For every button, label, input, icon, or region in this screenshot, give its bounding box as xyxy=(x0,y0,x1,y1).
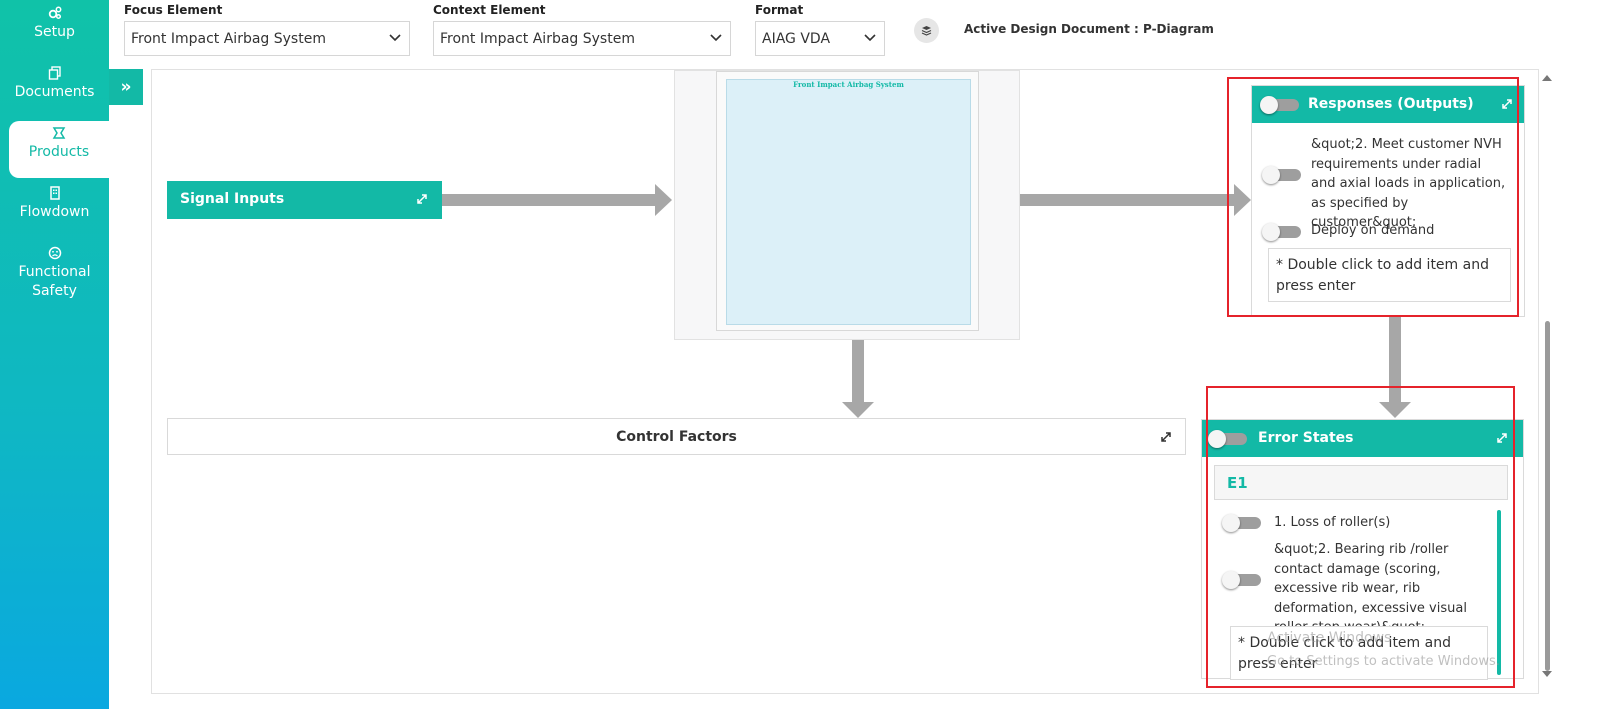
layers-icon xyxy=(921,26,932,36)
context-element-value: Front Impact Airbag System xyxy=(440,31,635,47)
focus-element-drawing[interactable]: Front Impact Airbag System xyxy=(726,79,971,325)
focus-element-label: Focus Element xyxy=(124,3,223,17)
focus-element-block: Front Impact Airbag System xyxy=(674,70,1020,340)
arrow-head xyxy=(655,184,672,216)
active-design-document: Active Design Document : P-Diagram xyxy=(964,22,1214,36)
arrow-system-to-responses xyxy=(1020,194,1235,206)
highlight-responses xyxy=(1227,77,1519,317)
expand-icon[interactable] xyxy=(416,193,428,205)
sidebar-item-flowdown[interactable]: Flowdown xyxy=(0,186,109,238)
sidebar-item-products[interactable]: Products xyxy=(9,121,109,178)
expand-panel-button[interactable]: » xyxy=(109,69,143,105)
products-icon xyxy=(52,127,66,139)
documents-icon xyxy=(48,66,61,80)
gears-icon xyxy=(48,6,61,20)
context-element-label: Context Element xyxy=(433,3,546,17)
chevron-down-icon xyxy=(864,34,876,42)
expand-icon[interactable] xyxy=(1160,431,1172,443)
sidebar-item-setup[interactable]: Setup xyxy=(0,6,109,58)
focus-element-frame: Front Impact Airbag System xyxy=(716,71,979,331)
layers-button[interactable] xyxy=(914,18,939,43)
sidebar-item-functional-safety[interactable]: Functional Safety xyxy=(0,246,109,308)
control-factors-panel[interactable]: Control Factors xyxy=(167,418,1186,455)
face-icon xyxy=(48,246,61,260)
p-diagram-canvas: Front Impact Airbag System Signal Inputs… xyxy=(151,69,1539,694)
sidebar-item-documents[interactable]: Documents xyxy=(0,66,109,118)
windows-watermark-subtitle: Go to Settings to activate Windows. xyxy=(1267,654,1500,669)
arrow-head xyxy=(842,402,874,418)
arrow-system-to-control xyxy=(852,340,864,404)
sidebar-item-label: Flowdown xyxy=(19,204,90,220)
toolbar: Focus Element Front Impact Airbag System… xyxy=(109,0,1597,68)
signal-inputs-panel[interactable]: Signal Inputs xyxy=(167,181,442,219)
sidebar-item-label: Setup xyxy=(34,24,75,40)
windows-watermark-title: Activate Windows xyxy=(1267,630,1392,646)
building-icon xyxy=(49,186,60,200)
scrollbar-thumb[interactable] xyxy=(1545,321,1550,671)
sidebar-item-label: Documents xyxy=(14,84,95,100)
focus-element-title: Front Impact Airbag System xyxy=(793,80,904,89)
double-chevron-right-icon: » xyxy=(120,77,132,97)
focus-element-value: Front Impact Airbag System xyxy=(131,31,326,47)
format-select[interactable]: AIAG VDA xyxy=(755,21,885,56)
chevron-down-icon xyxy=(389,34,401,42)
signal-inputs-title: Signal Inputs xyxy=(180,191,285,207)
focus-element-select[interactable]: Front Impact Airbag System xyxy=(124,21,410,56)
sidebar-item-label: Functional xyxy=(18,264,91,280)
sidebar-item-label: Products xyxy=(28,144,90,160)
scroll-down-arrow-icon[interactable] xyxy=(1542,671,1552,677)
sidebar: Setup Documents Products Flowdown Functi… xyxy=(0,0,109,709)
arrow-signal-to-system xyxy=(442,194,657,206)
sidebar-item-label: Safety xyxy=(32,283,77,299)
context-element-select[interactable]: Front Impact Airbag System xyxy=(433,21,731,56)
chevron-down-icon xyxy=(710,34,722,42)
scroll-up-arrow-icon[interactable] xyxy=(1542,75,1552,81)
format-label: Format xyxy=(755,3,804,17)
vertical-scrollbar[interactable] xyxy=(1539,69,1555,694)
format-value: AIAG VDA xyxy=(762,31,831,47)
control-factors-title: Control Factors xyxy=(616,429,737,445)
